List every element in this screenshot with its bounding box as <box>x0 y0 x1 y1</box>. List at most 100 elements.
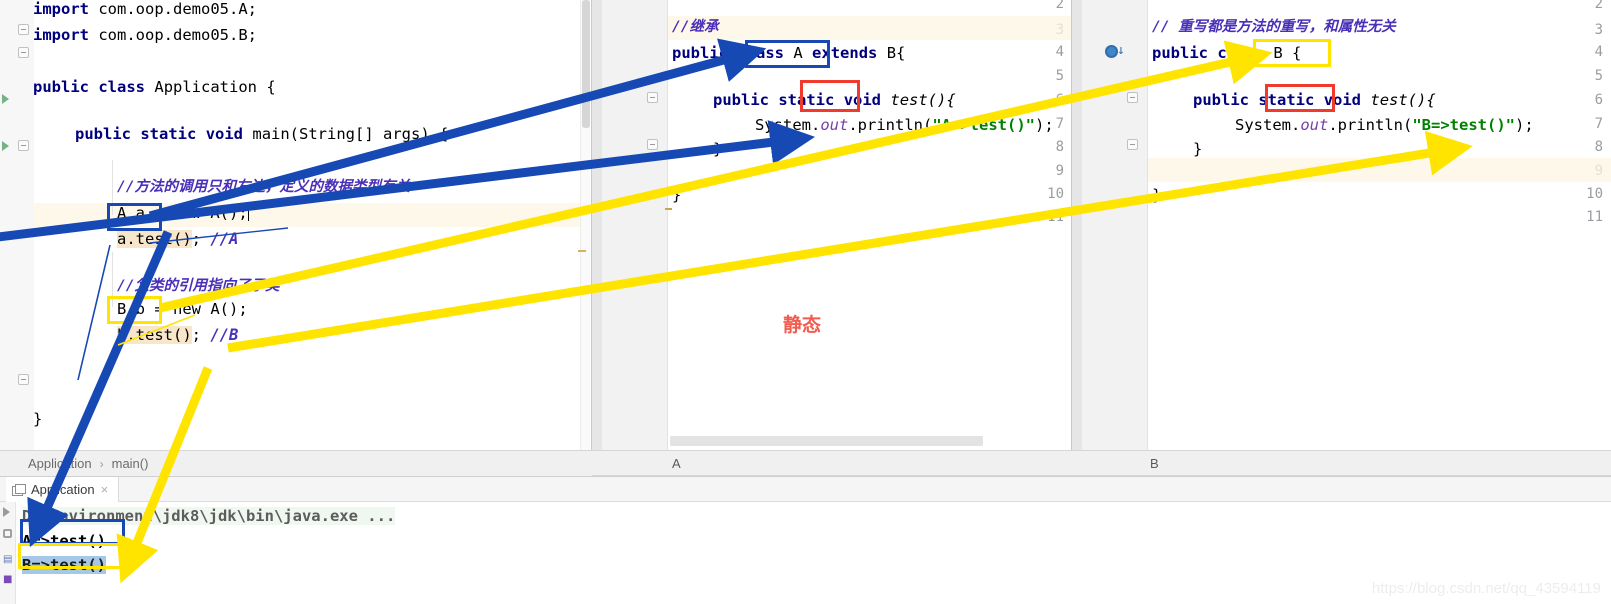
fold-marker-icon[interactable] <box>647 92 658 103</box>
breadcrumb-class[interactable]: Application <box>28 456 92 471</box>
println-end: ); <box>1034 116 1054 134</box>
kw-import: import <box>33 0 89 18</box>
comment-text: //继承 <box>672 19 719 35</box>
import-path-b: com.oop.demo05.B; <box>98 26 257 44</box>
gutter-b[interactable] <box>1082 0 1148 450</box>
gutter-marker <box>665 208 672 210</box>
editor-pane-application[interactable]: import com.oop.demo05.A; import com.oop.… <box>0 0 592 450</box>
line-number: 11 <box>1047 209 1064 225</box>
line-number: 3 <box>1594 22 1603 38</box>
console-tab-application[interactable]: Application × <box>6 477 120 502</box>
print-icon[interactable]: ▤ <box>3 554 13 565</box>
run-method-arrow-icon[interactable] <box>2 141 9 151</box>
current-line-highlight <box>668 16 1072 40</box>
closing-brace: } <box>713 140 723 158</box>
call-b: b.test() <box>117 326 192 344</box>
editor-pane-a[interactable]: 2 3 4 5 6 7 8 9 10 11 //继承 public class … <box>592 0 1072 450</box>
code-line-method-close-b[interactable]: } <box>1193 136 1202 162</box>
stop-icon[interactable] <box>3 529 12 538</box>
close-icon[interactable]: × <box>101 482 109 497</box>
code-line-class-close-a[interactable]: } <box>672 182 681 208</box>
code-comment-method-call[interactable]: //方法的调用只和左边，定义的数据类型有关 <box>117 174 410 200</box>
code-line-import-b[interactable]: import com.oop.demo05.B; <box>33 22 257 48</box>
trash-icon[interactable]: ■ <box>3 574 13 585</box>
annotation-box-console-a <box>20 519 125 545</box>
code-line-main-signature[interactable]: public static void main(String[] args) { <box>75 121 448 147</box>
code-line-import-a[interactable]: import com.oop.demo05.A; <box>33 0 257 22</box>
code-line-println-b[interactable]: System.out.println("B=>test()"); <box>1235 112 1534 138</box>
line-number: 4 <box>1594 44 1603 60</box>
pane-tab-b-label[interactable]: B <box>1150 456 1159 471</box>
inline-comment-b: //B <box>210 326 239 344</box>
superclass-b: B{ <box>886 44 906 62</box>
breadcrumb[interactable]: Application › main() <box>0 450 592 476</box>
fold-marker-icon[interactable] <box>18 140 29 151</box>
line-number: 10 <box>1586 186 1603 202</box>
fold-marker-icon[interactable] <box>1127 139 1138 150</box>
line-number: 5 <box>1594 68 1603 84</box>
method-name-test: test(){ <box>1370 91 1436 109</box>
annotation-box-static-b <box>1265 84 1335 112</box>
ide-window: import com.oop.demo05.A; import com.oop.… <box>0 0 1611 604</box>
line-number: 9 <box>1055 163 1064 179</box>
kw-static: static <box>140 125 197 143</box>
annotation-box-static-a <box>800 80 860 112</box>
kw-public: public <box>713 91 769 109</box>
line-number: 8 <box>1594 139 1603 155</box>
run-console: Application × ▤ ■ D:\Environment\jdk8\jd… <box>0 476 1611 604</box>
run-class-arrow-icon[interactable] <box>2 94 9 104</box>
console-toolbar[interactable]: ▤ ■ <box>0 502 16 604</box>
run-configuration-icon <box>12 484 26 496</box>
pane-tabbar-b[interactable]: B <box>1072 450 1611 476</box>
closing-brace: } <box>672 186 682 204</box>
method-name-test: test(){ <box>890 91 956 109</box>
line-number: 7 <box>1594 116 1603 132</box>
breadcrumb-separator-icon: › <box>99 456 104 471</box>
class-name-application: Application { <box>154 78 276 96</box>
watermark: https://blog.csdn.net/qq_43594119 <box>1371 580 1601 597</box>
code-comment-inheritance[interactable]: //继承 <box>672 14 718 40</box>
code-line-method-close-a[interactable]: } <box>713 136 722 162</box>
gutter-a[interactable] <box>602 0 668 450</box>
call-a-rest: ; <box>191 230 211 248</box>
annotation-box-class-a <box>745 40 830 68</box>
line-number: 11 <box>1586 209 1603 225</box>
fold-marker-icon[interactable] <box>18 24 29 35</box>
code-line-class-close-b[interactable]: } <box>1152 182 1161 208</box>
code-line-class-close[interactable]: } <box>33 406 42 432</box>
pane-tab-a-label[interactable]: A <box>672 456 681 471</box>
println-call: .println( <box>848 116 933 134</box>
fold-marker-icon[interactable] <box>647 139 658 150</box>
editor-pane-b[interactable]: 2 3 4 5 6 7 8 9 10 11 ↓ // 重写都是方法的重写，和属性… <box>1072 0 1611 450</box>
scrollbar-thumb[interactable] <box>582 0 590 128</box>
line-number: 6 <box>1594 92 1603 108</box>
kw-public: public <box>672 44 728 62</box>
pane-tabbar-a[interactable]: A <box>592 450 1072 476</box>
line-number: 5 <box>1055 68 1064 84</box>
gutter-a-strip <box>592 0 602 450</box>
gutter-b-strip <box>1072 0 1082 450</box>
breadcrumb-method[interactable]: main() <box>112 456 149 471</box>
fold-marker-icon[interactable] <box>18 47 29 58</box>
comment-text: //父类的引用指向了子类 <box>117 278 280 294</box>
out-field: out <box>1300 116 1329 134</box>
line-number: 8 <box>1055 139 1064 155</box>
implemented-arrow-icon: ↓ <box>1117 43 1125 58</box>
code-line-println-a[interactable]: System.out.println("A=>test()"); <box>755 112 1054 138</box>
vertical-scrollbar-main[interactable] <box>580 0 590 450</box>
fold-marker-icon[interactable] <box>1127 92 1138 103</box>
line-number: 2 <box>1594 0 1603 12</box>
fold-marker-icon[interactable] <box>18 374 29 385</box>
string-literal-b: "B=>test()" <box>1412 116 1515 134</box>
horizontal-scrollbar-a[interactable] <box>670 436 983 446</box>
code-line-call-b[interactable]: b.test(); //B <box>117 322 238 348</box>
import-path-a: com.oop.demo05.A; <box>98 0 257 18</box>
code-line-class-decl[interactable]: public class Application { <box>33 74 276 100</box>
annotation-box-decl-b <box>107 296 162 324</box>
code-comment-override[interactable]: // 重写都是方法的重写，和属性无关 <box>1152 14 1396 40</box>
println-call: .println( <box>1328 116 1413 134</box>
annotation-box-class-b <box>1253 39 1331 67</box>
scrollbar-marker <box>578 250 586 252</box>
rerun-icon[interactable] <box>3 507 10 517</box>
annotation-box-console-b <box>18 543 126 569</box>
